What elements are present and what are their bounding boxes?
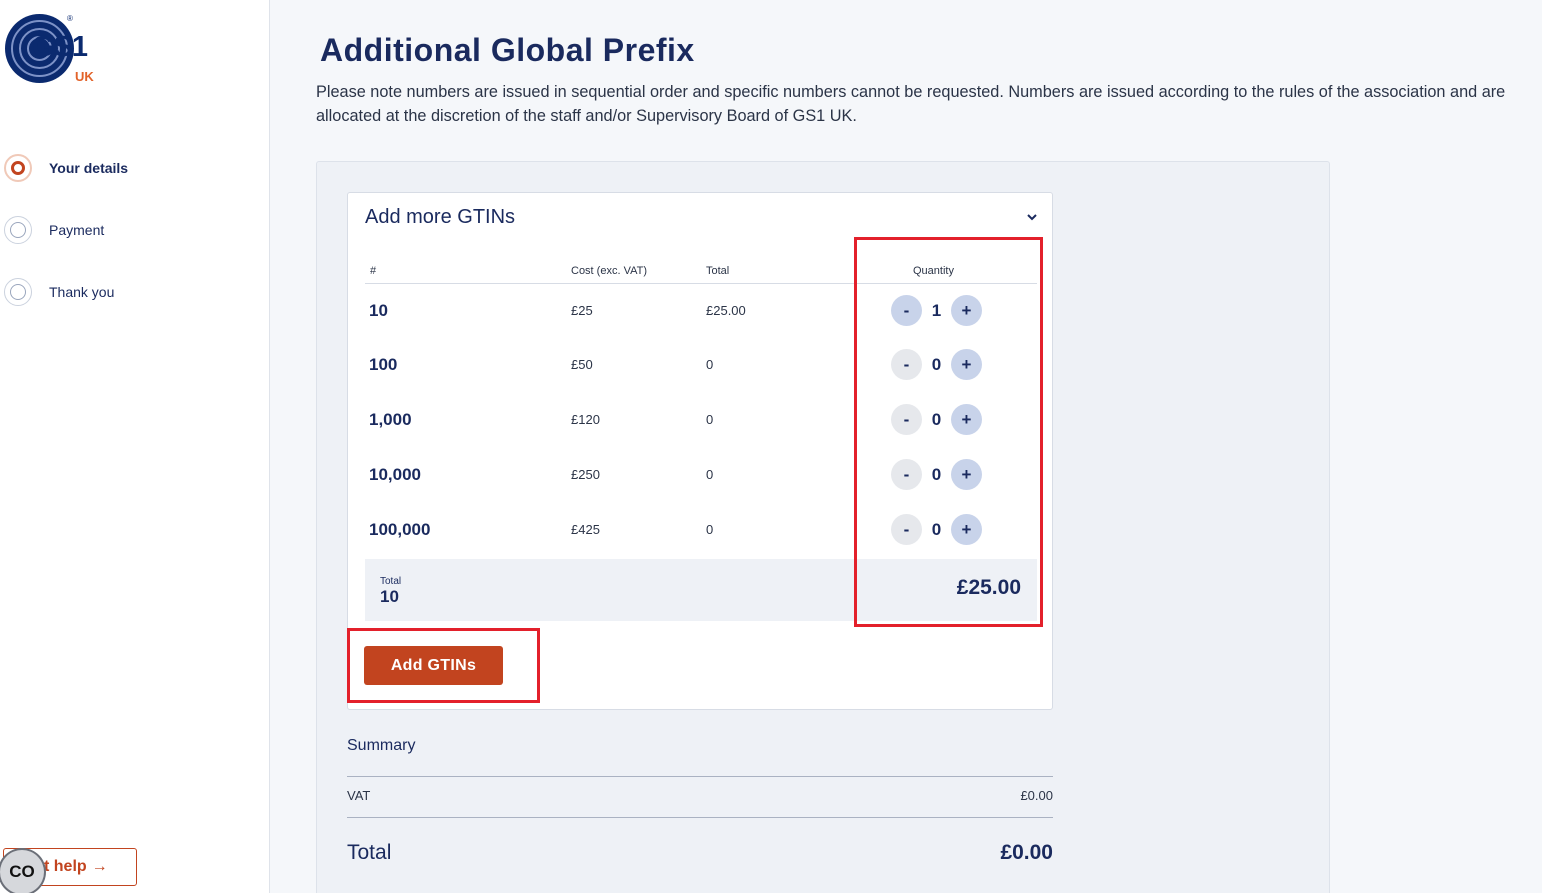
arrow-right-icon: → [91, 858, 108, 875]
vat-label: VAT [347, 788, 371, 803]
gtin-row-total: 0 [706, 412, 714, 427]
card-title: Add more GTINs [365, 206, 516, 228]
col-header-num: # [370, 265, 377, 277]
highlight-add-button [347, 628, 540, 703]
chevron-down-icon[interactable] [1026, 211, 1038, 223]
col-header-cost: Cost (exc. VAT) [571, 265, 647, 277]
cookie-badge-label: CO [0, 850, 44, 893]
highlight-quantity-column [854, 237, 1043, 627]
gtin-row-total: £25.00 [706, 303, 746, 318]
gtin-count: 100 [369, 355, 398, 374]
gtin-count: 10 [369, 301, 388, 320]
gtin-cost: £50 [571, 357, 593, 372]
gtin-cost: £250 [571, 467, 600, 482]
summary-divider [347, 817, 1053, 818]
total-gtin-count: 10 [380, 587, 399, 606]
col-header-total: Total [706, 265, 730, 277]
page-title: Additional Global Prefix [320, 32, 695, 68]
gtin-row-total: 0 [706, 357, 714, 372]
step-payment[interactable]: Payment [4, 214, 104, 246]
sidebar: GS1 ® UK Your details Payment Thank you … [0, 0, 270, 893]
step-label: Your details [49, 160, 129, 176]
logo-registered-mark: ® [67, 14, 73, 23]
gs1-logo[interactable]: GS1 ® UK [5, 13, 105, 93]
help-label: t help [44, 858, 87, 875]
logo-text: GS1 [32, 31, 88, 63]
step-thank-you[interactable]: Thank you [4, 276, 114, 308]
step-label: Thank you [49, 284, 115, 300]
step-your-details[interactable]: Your details [4, 152, 128, 184]
grand-total-label: Total [347, 841, 392, 864]
gtin-count: 10,000 [369, 465, 421, 484]
gtin-row-total: 0 [706, 467, 714, 482]
step-label: Payment [49, 222, 105, 238]
step-radio-icon [4, 216, 32, 244]
gtin-cost: £120 [571, 412, 600, 427]
summary-title: Summary [347, 737, 416, 754]
gtin-count: 1,000 [369, 410, 412, 429]
cookie-consent-badge[interactable]: CO [0, 848, 46, 893]
gtin-cost: £425 [571, 522, 600, 537]
vat-value: £0.00 [1020, 788, 1053, 803]
gtin-count: 100,000 [369, 520, 431, 539]
total-label: Total [380, 576, 402, 587]
step-radio-icon [4, 278, 32, 306]
gtin-cost: £25 [571, 303, 593, 318]
step-active-radio-icon [4, 154, 32, 182]
page-intro: Please note numbers are issued in sequen… [316, 83, 1506, 125]
grand-total-value: £0.00 [1000, 841, 1053, 864]
summary-divider [347, 776, 1053, 777]
logo-region: UK [75, 69, 94, 84]
gtin-row-total: 0 [706, 522, 714, 537]
